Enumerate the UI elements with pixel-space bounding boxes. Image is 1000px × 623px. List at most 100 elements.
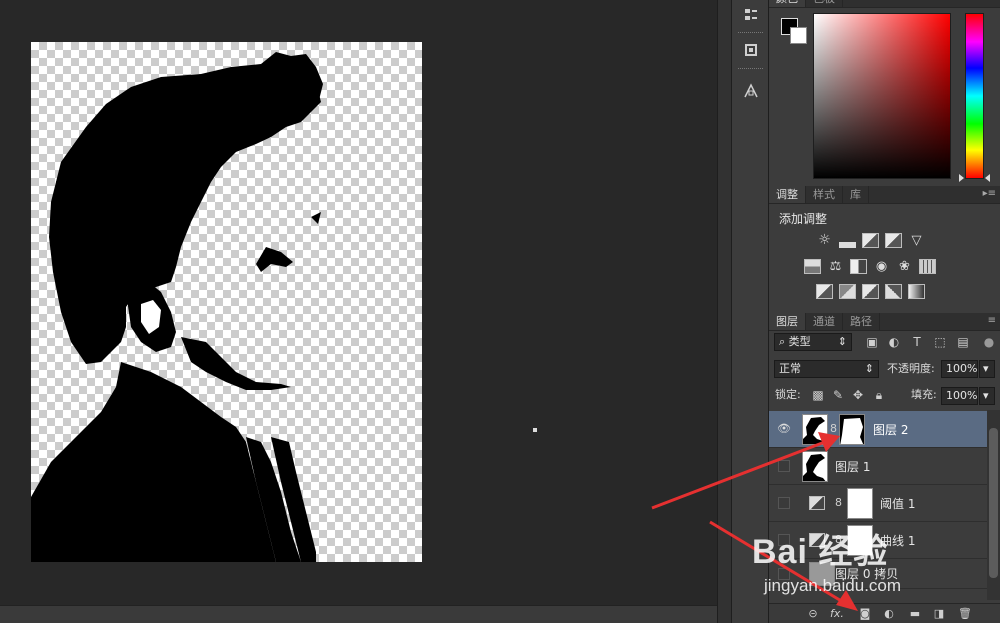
add-mask-icon[interactable]: ◙	[857, 607, 873, 621]
blend-mode-select[interactable]: 正常 ⇕	[774, 360, 879, 378]
delete-layer-icon[interactable]: 🗑︎	[957, 607, 973, 621]
tool-separator	[738, 68, 763, 69]
hue-slider-right-arrow[interactable]	[985, 174, 990, 182]
color-picker-field[interactable]	[813, 13, 951, 179]
visibility-eye-icon[interactable]: 👁︎	[777, 422, 791, 436]
new-layer-icon[interactable]: ◨	[931, 607, 947, 621]
layer-row[interactable]: 👁︎ 8 图层 2	[769, 411, 987, 448]
history-panel-icon[interactable]	[738, 3, 764, 27]
baidu-watermark: Bai 经验 jingyan.baidu.com	[752, 524, 952, 604]
blend-mode-value: 正常	[779, 362, 801, 375]
panel-divider[interactable]	[717, 0, 732, 623]
properties-panel-icon[interactable]	[738, 38, 764, 62]
chevron-icon: ⇕	[837, 335, 847, 348]
layer-row[interactable]: 图层 1	[769, 448, 987, 485]
layers-panel-tabs: 图层 通道 路径 ≡	[769, 313, 1000, 331]
filter-shape-icon[interactable]: ⬚	[933, 335, 947, 349]
visibility-toggle[interactable]	[778, 460, 790, 472]
levels-icon[interactable]	[839, 233, 856, 248]
new-group-icon[interactable]: ▬	[907, 607, 923, 621]
selective-color-icon[interactable]	[885, 284, 902, 299]
portrait-silhouette-image	[31, 52, 323, 562]
lock-transparent-icon[interactable]: ▩	[811, 388, 825, 402]
color-panel-tabs: 颜色 色板	[769, 0, 1000, 8]
tab-paths[interactable]: 路径	[843, 313, 880, 330]
lock-label: 锁定:	[775, 388, 801, 401]
hue-saturation-icon[interactable]	[804, 259, 821, 274]
layer-name[interactable]: 阈值 1	[880, 495, 915, 512]
tab-swatches[interactable]: 色板	[806, 0, 843, 7]
lock-position-icon[interactable]: ✥	[851, 388, 865, 402]
layer-filter-select[interactable]: ⌕ 类型 ⇕	[774, 333, 852, 351]
lock-all-icon[interactable]: 🔒︎	[872, 388, 886, 402]
opacity-input[interactable]: 100%	[941, 360, 978, 378]
watermark-url: jingyan.baidu.com	[764, 576, 902, 595]
tab-channels[interactable]: 通道	[806, 313, 843, 330]
layer-thumbnail	[802, 451, 828, 482]
vibrance-icon[interactable]: ▽	[908, 233, 925, 248]
filter-adjustment-icon[interactable]: ◐	[887, 335, 901, 349]
opacity-label: 不透明度:	[887, 362, 935, 375]
mask-link-icon[interactable]: 8	[835, 496, 842, 509]
document-canvas[interactable]	[31, 42, 422, 562]
paths-panel-icon[interactable]	[738, 79, 764, 103]
tab-layers[interactable]: 图层	[769, 313, 806, 330]
add-adjustment-title: 添加调整	[779, 212, 828, 226]
layers-scrollbar[interactable]	[987, 410, 1000, 600]
layer-mask-thumbnail[interactable]	[847, 488, 873, 519]
new-adjustment-icon[interactable]: ◐	[881, 607, 897, 621]
adjustments-panel: 调整 样式 库 ▸≡ 添加调整 ☼ ▽ ⚖ ◉ ❀	[769, 186, 1000, 310]
photoshop-window: 颜色 色板 调整 样式 库 ▸≡ 添加调整 ☼ ▽	[0, 0, 1000, 623]
chevron-icon: ⇕	[864, 362, 874, 375]
panel-menu-icon[interactable]: ≡	[988, 315, 996, 326]
adjustments-panel-tabs: 调整 样式 库 ▸≡	[769, 186, 1000, 204]
filter-smart-object-icon[interactable]: ▤	[956, 335, 970, 349]
tab-color[interactable]: 颜色	[769, 0, 806, 7]
color-lookup-icon[interactable]	[919, 259, 936, 274]
layer-name[interactable]: 图层 2	[873, 421, 908, 438]
tool-separator	[738, 32, 763, 33]
mask-link-icon[interactable]: 8	[830, 422, 837, 435]
gradient-map-icon[interactable]	[908, 284, 925, 299]
link-layers-icon[interactable]: ⊝	[805, 607, 821, 621]
brightness-icon[interactable]: ☼	[816, 233, 833, 248]
search-icon: ⌕	[779, 335, 789, 348]
hue-slider[interactable]	[965, 13, 984, 179]
tab-adjustments[interactable]: 调整	[769, 186, 806, 203]
invert-icon[interactable]	[816, 284, 833, 299]
tab-styles[interactable]: 样式	[806, 186, 843, 203]
fill-label: 填充:	[911, 388, 937, 401]
posterize-icon[interactable]	[839, 284, 856, 299]
fx-icon[interactable]: fx.	[829, 607, 845, 621]
threshold-icon[interactable]	[862, 284, 879, 299]
channel-mixer-icon[interactable]: ❀	[896, 259, 913, 274]
visibility-toggle[interactable]	[778, 497, 790, 509]
filter-pixel-icon[interactable]: ▣	[865, 335, 879, 349]
threshold-adjustment-icon	[809, 496, 825, 510]
opacity-dropdown-icon[interactable]: ▾	[979, 360, 995, 378]
exposure-icon[interactable]	[885, 233, 902, 248]
layers-scrollbar-thumb[interactable]	[989, 428, 998, 578]
canvas-status-bar	[0, 605, 717, 623]
color-balance-icon[interactable]: ⚖	[827, 259, 844, 274]
layer-thumbnail	[802, 414, 828, 445]
layer-name[interactable]: 图层 1	[835, 458, 870, 475]
fill-input[interactable]: 100%	[941, 387, 978, 405]
fill-dropdown-icon[interactable]: ▾	[979, 387, 995, 405]
photo-filter-icon[interactable]: ◉	[873, 259, 890, 274]
lock-image-icon[interactable]: ✎	[831, 388, 845, 402]
layer-row[interactable]: 8 阈值 1	[769, 485, 987, 522]
layer-mask-thumbnail[interactable]	[839, 414, 865, 445]
filter-toggle-icon[interactable]: ●	[982, 335, 996, 349]
layer-filter-value: 类型	[788, 335, 811, 348]
curves-icon[interactable]	[862, 233, 879, 248]
color-panel: 颜色 色板	[769, 0, 1000, 185]
black-white-icon[interactable]	[850, 259, 867, 274]
panel-menu-icon[interactable]: ▸≡	[983, 188, 996, 199]
hue-slider-left-arrow[interactable]	[959, 174, 964, 182]
canvas-area[interactable]	[0, 0, 717, 623]
canvas-speck	[533, 428, 537, 432]
filter-type-icon[interactable]: T	[910, 335, 924, 349]
tab-libraries[interactable]: 库	[843, 186, 869, 203]
background-color-swatch[interactable]	[790, 27, 807, 44]
